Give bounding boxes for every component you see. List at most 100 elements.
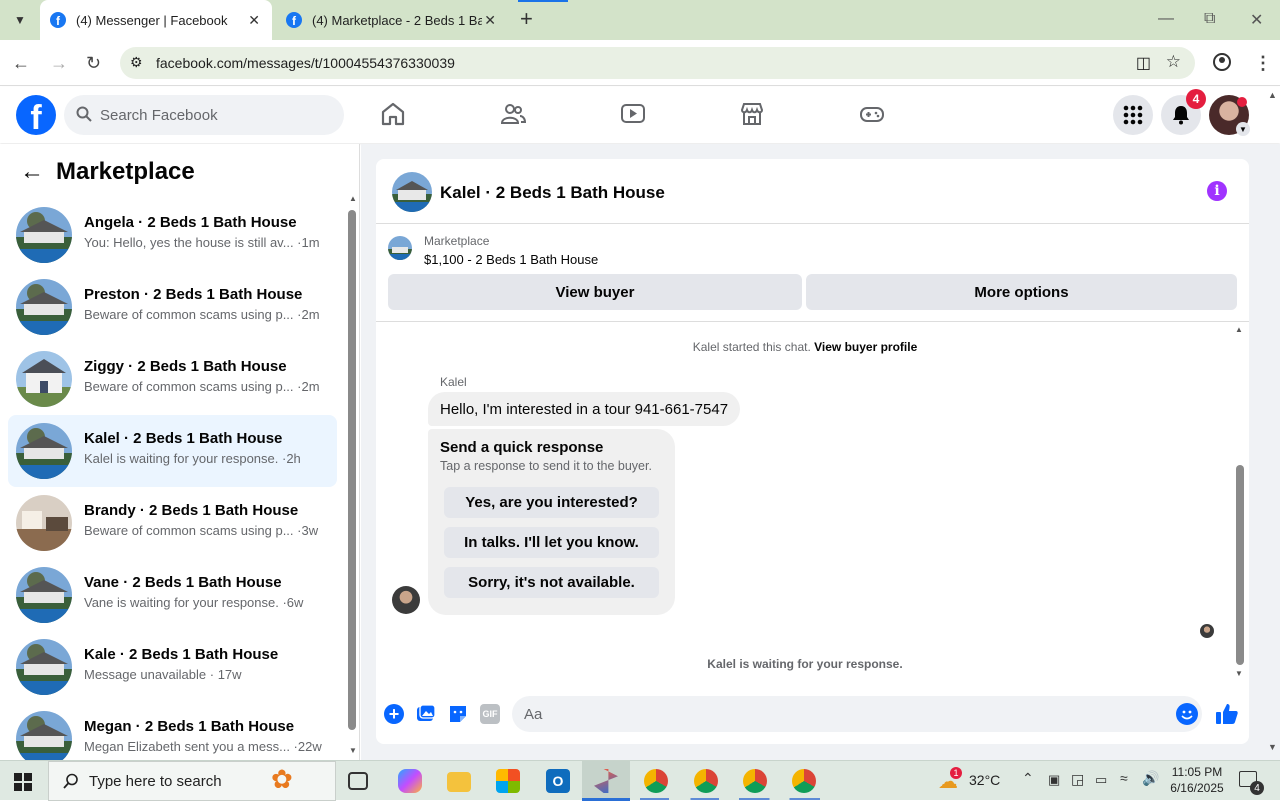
more-options-button[interactable]: More options xyxy=(806,274,1237,310)
quick-reply-not-available[interactable]: Sorry, it's not available. xyxy=(444,567,659,598)
file-explorer-icon[interactable] xyxy=(447,772,471,792)
conversation-item[interactable]: Brandy · 2 Beds 1 Bath House Beware of co… xyxy=(8,487,337,559)
close-tab-icon[interactable]: ✕ xyxy=(248,12,260,29)
emoji-icon[interactable] xyxy=(1176,703,1198,725)
taskbar-search-input[interactable]: Type here to search ✿ xyxy=(48,761,336,801)
gaming-icon[interactable] xyxy=(859,101,885,127)
conversation-preview: Kalel is waiting for your response. ·2h xyxy=(84,451,301,466)
outlook-icon[interactable]: O xyxy=(546,769,570,793)
meet-icon[interactable]: ▣ xyxy=(1048,772,1060,788)
friends-icon[interactable] xyxy=(500,101,527,127)
scrollbar-thumb[interactable] xyxy=(348,210,356,730)
conversation-item[interactable]: Ziggy · 2 Beds 1 Bath House Beware of com… xyxy=(8,343,337,415)
sender-avatar[interactable] xyxy=(392,586,420,614)
tab-search-button[interactable]: ▼ xyxy=(10,10,30,30)
chrome-profile-icon[interactable] xyxy=(694,769,718,793)
clock[interactable]: 11:05 PM 6/16/2025 xyxy=(1166,764,1228,796)
facebook-header: f Search Facebook 4 ▼ xyxy=(0,87,1280,143)
battery-icon[interactable]: ▭ xyxy=(1095,772,1107,788)
search-input[interactable]: Search Facebook xyxy=(64,95,344,135)
copilot-icon[interactable] xyxy=(398,769,422,793)
back-icon[interactable]: ← xyxy=(12,53,30,74)
menu-grid-button[interactable] xyxy=(1113,95,1153,135)
close-tab-icon[interactable]: ✕ xyxy=(484,12,496,29)
conversation-name: Ziggy · 2 Beds 1 Bath House xyxy=(84,358,287,375)
scrollbar-thumb[interactable] xyxy=(1236,465,1244,665)
tab-messenger[interactable]: f (4) Messenger | Facebook ✕ xyxy=(40,0,272,40)
conversation-avatar xyxy=(16,639,72,695)
quick-reply-yes[interactable]: Yes, are you interested? xyxy=(444,487,659,518)
sidebar-scrollbar[interactable]: ▲ ▼ xyxy=(348,194,357,760)
clock-date: 6/16/2025 xyxy=(1170,781,1224,795)
conversation-name: Preston · 2 Beds 1 Bath House xyxy=(84,286,303,303)
conversation-name: Megan · 2 Beds 1 Bath House xyxy=(84,718,295,735)
wifi-icon[interactable]: ≈ xyxy=(1120,770,1128,786)
reload-icon[interactable]: ↻ xyxy=(86,53,101,74)
listing-title[interactable]: $1,100 - 2 Beds 1 Bath House xyxy=(424,252,598,267)
restore-icon[interactable]: ⧉ xyxy=(1204,10,1215,28)
bell-icon xyxy=(1173,106,1189,125)
chrome-icon[interactable] xyxy=(644,769,668,793)
url-text: facebook.com/messages/t/1000455437633003… xyxy=(156,55,455,71)
photo-icon[interactable] xyxy=(416,704,436,729)
task-view-icon[interactable] xyxy=(348,772,368,790)
gif-icon[interactable]: GIF xyxy=(480,704,500,724)
add-attachment-icon[interactable]: + xyxy=(384,704,404,724)
search-icon xyxy=(76,106,92,126)
chat-avatar[interactable] xyxy=(392,172,432,212)
active-app-highlight[interactable] xyxy=(582,761,630,801)
like-icon[interactable] xyxy=(1215,702,1239,731)
conversation-item[interactable]: Kalel · 2 Beds 1 Bath House Kalel is wait… xyxy=(8,415,337,487)
sticker-icon[interactable] xyxy=(448,704,468,729)
conversation-item[interactable]: Kale · 2 Beds 1 Bath House Message unavai… xyxy=(8,631,337,703)
conversation-name: Brandy · 2 Beds 1 Bath House xyxy=(84,502,299,519)
conversation-avatar xyxy=(16,567,72,623)
tray-chevron-icon[interactable]: ⌃ xyxy=(1022,770,1034,787)
weather-badge: 1 xyxy=(950,767,962,779)
windows-start-icon[interactable] xyxy=(14,773,32,796)
page-scrollbar[interactable]: ▲ ▼ xyxy=(1266,90,1278,760)
volume-icon[interactable]: 🔊 xyxy=(1142,770,1159,787)
site-info-icon[interactable]: ⚙ xyxy=(130,54,143,71)
install-app-icon[interactable]: ◫ xyxy=(1136,53,1151,73)
display-icon[interactable]: ◲ xyxy=(1071,771,1084,788)
browser-menu-icon[interactable]: ⋮ xyxy=(1254,53,1272,74)
weather-temp[interactable]: 32°C xyxy=(969,772,1000,788)
conversation-preview: Beware of common scams using p... ·2m xyxy=(84,379,320,394)
conversation-item[interactable]: Preston · 2 Beds 1 Bath House Beware of c… xyxy=(8,271,337,343)
quick-response-title: Send a quick response xyxy=(440,439,604,456)
chat-scrollbar[interactable]: ▲ ▼ xyxy=(1234,325,1246,679)
quick-reply-in-talks[interactable]: In talks. I'll let you know. xyxy=(444,527,659,558)
chrome-profile-icon[interactable] xyxy=(743,769,767,793)
avatar-status-dot xyxy=(1237,97,1247,107)
view-buyer-profile-link[interactable]: View buyer profile xyxy=(814,340,917,354)
facebook-logo-icon[interactable]: f xyxy=(16,95,56,135)
watch-icon[interactable] xyxy=(620,101,646,127)
close-window-icon[interactable]: ✕ xyxy=(1250,10,1263,30)
back-arrow-icon[interactable]: ← xyxy=(20,158,44,186)
minimize-icon[interactable]: — xyxy=(1158,10,1174,28)
message-bubble[interactable]: Hello, I'm interested in a tour 941-661-… xyxy=(428,392,741,426)
profile-icon[interactable] xyxy=(1212,52,1232,77)
search-placeholder: Search Facebook xyxy=(100,106,218,124)
chrome-profile-icon[interactable] xyxy=(792,769,816,793)
address-bar[interactable]: ⚙ facebook.com/messages/t/10004554376330… xyxy=(120,47,1195,79)
microsoft-store-icon[interactable] xyxy=(496,769,520,793)
listing-thumbnail[interactable] xyxy=(388,236,412,260)
account-chevron-icon[interactable]: ▼ xyxy=(1236,122,1250,136)
started-text: Kalel started this chat. xyxy=(692,340,811,354)
marketplace-icon[interactable] xyxy=(739,101,765,127)
conversation-item[interactable]: Vane · 2 Beds 1 Bath House Vane is waitin… xyxy=(8,559,337,631)
info-icon[interactable]: i xyxy=(1207,181,1227,201)
new-tab-button[interactable]: + xyxy=(520,6,533,32)
message-input[interactable]: Aa xyxy=(512,696,1202,732)
chat-title[interactable]: Kalel · 2 Beds 1 Bath House xyxy=(440,183,665,203)
view-buyer-button[interactable]: View buyer xyxy=(388,274,802,310)
forward-icon[interactable]: → xyxy=(50,53,68,74)
home-icon[interactable] xyxy=(380,101,406,127)
conversation-avatar xyxy=(16,279,72,335)
conversation-item[interactable]: Angela · 2 Beds 1 Bath House You: Hello, … xyxy=(8,199,337,271)
tab-marketplace[interactable]: f (4) Marketplace - 2 Beds 1 Bath ✕ xyxy=(278,0,508,40)
conversation-avatar xyxy=(16,495,72,551)
bookmark-star-icon[interactable]: ☆ xyxy=(1166,52,1181,72)
